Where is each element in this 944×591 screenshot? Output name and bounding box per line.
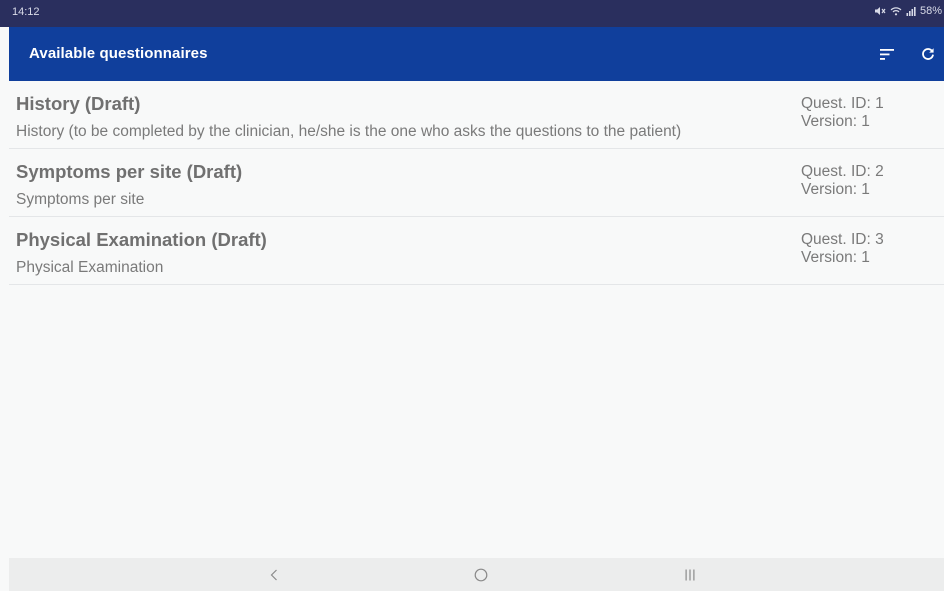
recents-icon (685, 569, 695, 581)
questionnaire-version: Version: 1 (801, 249, 870, 266)
mute-icon (874, 6, 886, 16)
app-bar: Available questionnaires (9, 27, 944, 81)
questionnaire-version: Version: 1 (801, 113, 870, 130)
status-bar: 14:12 58% (0, 0, 944, 27)
back-button[interactable] (264, 566, 284, 584)
questionnaire-item[interactable]: Symptoms per site (Draft) Symptoms per s… (9, 149, 944, 217)
questionnaire-version: Version: 1 (801, 181, 870, 198)
sort-button[interactable] (875, 42, 899, 66)
back-icon (270, 569, 277, 581)
questionnaire-title: History (Draft) (16, 93, 141, 114)
questionnaire-item[interactable]: History (Draft) History (to be completed… (9, 81, 944, 149)
questionnaire-id: Quest. ID: 1 (801, 95, 884, 112)
wifi-icon (890, 6, 902, 16)
questionnaire-id: Quest. ID: 2 (801, 163, 884, 180)
questionnaire-list: History (Draft) History (to be completed… (9, 81, 944, 285)
app-screen: 14:12 58% Available questionnaires Histo… (0, 0, 944, 591)
questionnaire-description: History (to be completed by the clinicia… (16, 123, 682, 140)
page-title: Available questionnaires (29, 45, 208, 62)
questionnaire-id: Quest. ID: 3 (801, 231, 884, 248)
status-time: 14:12 (12, 6, 40, 18)
battery-level: 58% (919, 5, 942, 17)
recents-button[interactable] (680, 566, 700, 584)
questionnaire-title: Physical Examination (Draft) (16, 229, 267, 250)
questionnaire-meta: Quest. ID: 2 Version: 1 (801, 163, 916, 199)
questionnaire-meta: Quest. ID: 3 Version: 1 (801, 231, 916, 267)
navigation-bar (9, 558, 944, 591)
questionnaire-meta: Quest. ID: 1 Version: 1 (801, 95, 916, 131)
status-indicators: 58% (874, 5, 942, 17)
home-icon (474, 568, 488, 582)
refresh-icon (922, 48, 934, 60)
questionnaire-description: Symptoms per site (16, 191, 145, 208)
refresh-button[interactable] (916, 42, 940, 66)
signal-icon (906, 6, 916, 16)
home-button[interactable] (471, 566, 491, 584)
sort-icon (880, 48, 894, 60)
questionnaire-item[interactable]: Physical Examination (Draft) Physical Ex… (9, 217, 944, 285)
questionnaire-description: Physical Examination (16, 259, 164, 276)
questionnaire-title: Symptoms per site (Draft) (16, 161, 243, 182)
